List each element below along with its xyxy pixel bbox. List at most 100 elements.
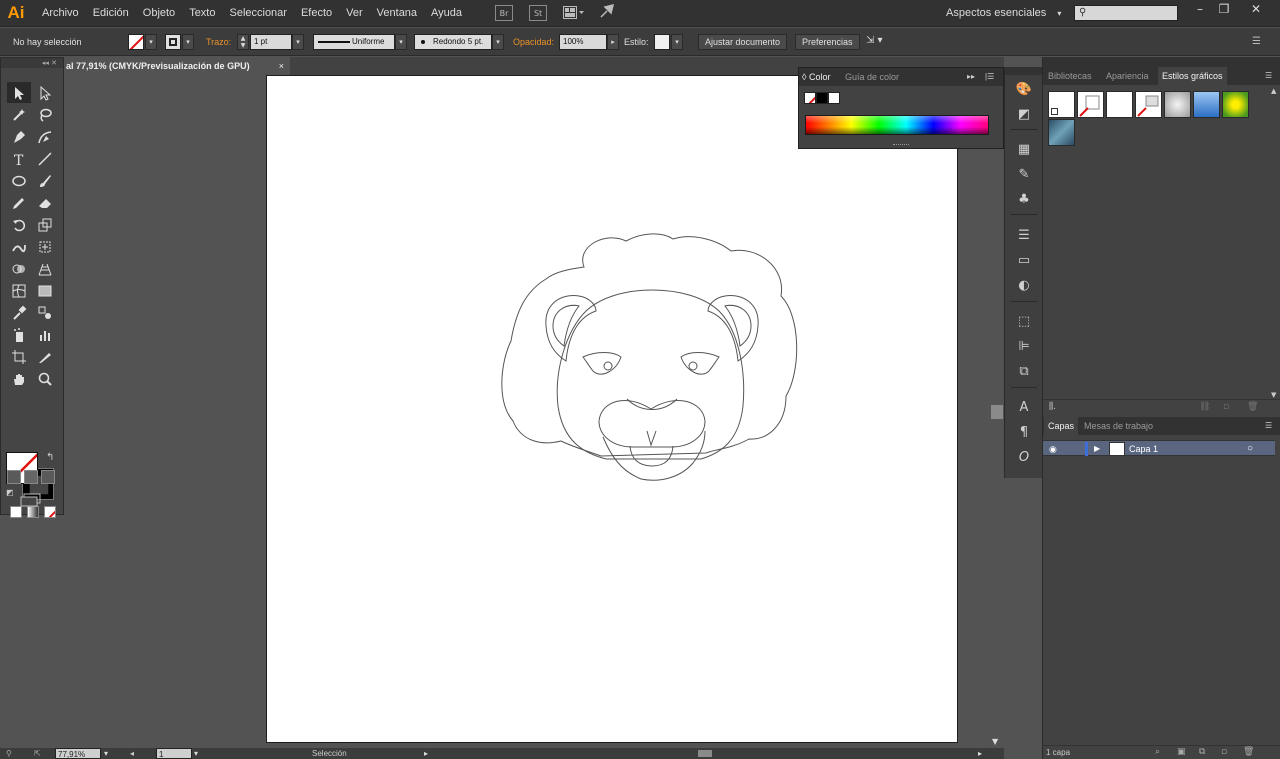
mesh-tool-button[interactable] xyxy=(7,280,31,301)
curvature-tool-button[interactable] xyxy=(33,126,57,147)
symbol-sprayer-tool-button[interactable] xyxy=(7,324,31,345)
scroll-down-arrow[interactable]: ▼ xyxy=(992,737,998,746)
tab-artboards[interactable]: Mesas de trabajo xyxy=(1084,417,1153,435)
shape-builder-tool-button[interactable] xyxy=(7,258,31,279)
none-swatch[interactable] xyxy=(804,92,816,104)
rotate-tool-button[interactable] xyxy=(7,214,31,235)
line-tool-button[interactable] xyxy=(33,148,57,169)
stroke-weight-dropdown[interactable]: ▾ xyxy=(292,34,304,50)
draw-behind-icon[interactable] xyxy=(24,470,38,484)
dock-grip[interactable] xyxy=(1005,67,1043,75)
scroll-down-arrow[interactable]: ▼ xyxy=(1271,391,1276,399)
new-layer-icon[interactable]: ▫ xyxy=(1221,747,1227,757)
right-column-grip[interactable] xyxy=(1043,57,1280,67)
break-link-icon[interactable]: ⛓ xyxy=(1199,402,1210,412)
stroke-swatch[interactable] xyxy=(165,34,181,50)
panel-menu-icon[interactable]: |☰ xyxy=(985,68,994,86)
panel-menu-icon[interactable]: ☰ xyxy=(1252,36,1261,47)
draw-normal-icon[interactable] xyxy=(7,470,21,484)
swatches-icon[interactable]: ▦ xyxy=(1014,139,1034,159)
color-mode-button[interactable] xyxy=(10,506,22,518)
preferences-button[interactable]: Preferencias xyxy=(795,34,860,50)
target-circle-icon[interactable]: ○ xyxy=(1247,441,1253,457)
style-libraries-menu-icon[interactable]: ⫼. xyxy=(1049,402,1056,412)
pathfinder-icon[interactable]: ⧉ xyxy=(1014,361,1034,381)
scroll-right-arrow[interactable]: ▸ xyxy=(978,748,982,759)
help-search-input[interactable]: ⚲ xyxy=(1074,5,1178,21)
locate-object-icon[interactable]: ⌕ xyxy=(1155,747,1160,757)
menu-ayuda[interactable]: Ayuda xyxy=(424,0,469,27)
scroll-up-arrow[interactable]: ▲ xyxy=(1271,87,1276,95)
restore-button[interactable]: ❐ xyxy=(1212,2,1236,18)
default-colors-icon[interactable]: ◩ xyxy=(6,488,14,497)
new-sublayer-icon[interactable]: ⧉ xyxy=(1199,747,1205,757)
vertical-scroll-thumb[interactable] xyxy=(991,405,1003,419)
graphic-style-default[interactable] xyxy=(1048,91,1075,118)
layer-name[interactable]: Capa 1 xyxy=(1129,441,1158,457)
transform-icon[interactable]: ⬚ xyxy=(1014,311,1034,331)
menu-ver[interactable]: Ver xyxy=(339,0,370,27)
delete-style-icon[interactable]: 🗑 xyxy=(1247,402,1258,412)
panel-collapse-icon[interactable]: ▸▸ xyxy=(967,68,975,86)
character-icon[interactable]: A xyxy=(1014,397,1034,417)
opacity-arrow[interactable]: ▸ xyxy=(607,34,619,50)
stroke-label[interactable]: Trazo: xyxy=(206,28,231,56)
none-mode-button[interactable] xyxy=(44,506,56,518)
pencil-tool-button[interactable] xyxy=(7,192,31,213)
artboard-dropdown[interactable]: ▾ xyxy=(194,748,198,759)
tab-libraries[interactable]: Bibliotecas xyxy=(1048,67,1092,85)
tab-graphic-styles[interactable]: Estilos gráficos xyxy=(1158,67,1227,85)
slice-tool-button[interactable] xyxy=(33,346,57,367)
horizontal-scroll-thumb[interactable] xyxy=(698,750,712,757)
draw-inside-icon[interactable] xyxy=(41,470,55,484)
graphic-style-none[interactable] xyxy=(1077,91,1104,118)
graphic-style-blue-gradient[interactable] xyxy=(1193,91,1220,118)
opentype-icon[interactable]: O xyxy=(1014,447,1034,467)
eyedropper-tool-button[interactable] xyxy=(7,302,31,323)
bridge-icon[interactable]: Br xyxy=(495,5,514,21)
stroke-icon[interactable]: ☰ xyxy=(1014,225,1034,245)
paragraph-icon[interactable]: ¶ xyxy=(1014,422,1034,442)
close-icon[interactable]: × xyxy=(279,57,284,75)
status-artboard-nav-icon[interactable]: ⇱ xyxy=(34,748,41,759)
gradient-mode-button[interactable] xyxy=(27,506,39,518)
scale-tool-button[interactable] xyxy=(33,214,57,235)
selection-tool-button[interactable] xyxy=(7,82,31,103)
paintbrush-tool-button[interactable] xyxy=(33,170,57,191)
artboard-tool-button[interactable] xyxy=(7,346,31,367)
white-swatch[interactable] xyxy=(828,92,840,104)
fill-dropdown[interactable]: ▾ xyxy=(145,34,157,50)
menu-archivo[interactable]: Archivo xyxy=(35,0,86,27)
document-tab[interactable]: al 77,91% (CMYK/Previsualización de GPU)… xyxy=(64,57,290,75)
stroke-dropdown[interactable]: ▾ xyxy=(182,34,194,50)
status-menu-arrow[interactable]: ▸ xyxy=(424,748,428,759)
stock-icon[interactable]: St xyxy=(529,5,548,21)
menu-efecto[interactable]: Efecto xyxy=(294,0,339,27)
menu-edicion[interactable]: Edición xyxy=(86,0,136,27)
lasso-tool-button[interactable] xyxy=(33,104,57,125)
graphic-style-yellow-burst[interactable] xyxy=(1222,91,1249,118)
panel-menu-icon[interactable]: ☰ xyxy=(1265,417,1272,435)
stroke-weight-input[interactable]: 1 pt xyxy=(250,34,292,50)
styles-panel-scrollbar[interactable]: ▲ ▼ xyxy=(1269,87,1280,399)
direct-selection-tool-button[interactable] xyxy=(33,82,57,103)
style-dropdown[interactable]: ▾ xyxy=(671,34,683,50)
artboard-number-input[interactable]: 1 xyxy=(156,748,192,759)
new-style-icon[interactable]: ▫ xyxy=(1223,402,1229,412)
perspective-grid-tool-button[interactable] xyxy=(33,258,57,279)
gpu-performance-icon[interactable] xyxy=(599,3,615,23)
brush-definition-dropdown[interactable]: Redondo 5 pt. xyxy=(414,34,492,50)
graphic-style-gray-gradient[interactable] xyxy=(1164,91,1191,118)
pen-tool-button[interactable] xyxy=(7,126,31,147)
fill-swatch[interactable] xyxy=(128,34,144,50)
arrange-icon[interactable]: ⇲ ▾ xyxy=(866,35,892,49)
free-transform-tool-button[interactable] xyxy=(33,236,57,257)
eye-icon[interactable]: ◉ xyxy=(1049,441,1057,457)
column-graph-tool-button[interactable] xyxy=(33,324,57,345)
tab-appearance[interactable]: Apariencia xyxy=(1106,67,1149,85)
gradient-tool-button[interactable] xyxy=(33,280,57,301)
menu-ventana[interactable]: Ventana xyxy=(370,0,424,27)
menu-texto[interactable]: Texto xyxy=(182,0,222,27)
profile-arrow[interactable]: ▾ xyxy=(395,34,407,50)
ellipse-tool-button[interactable] xyxy=(7,170,31,191)
